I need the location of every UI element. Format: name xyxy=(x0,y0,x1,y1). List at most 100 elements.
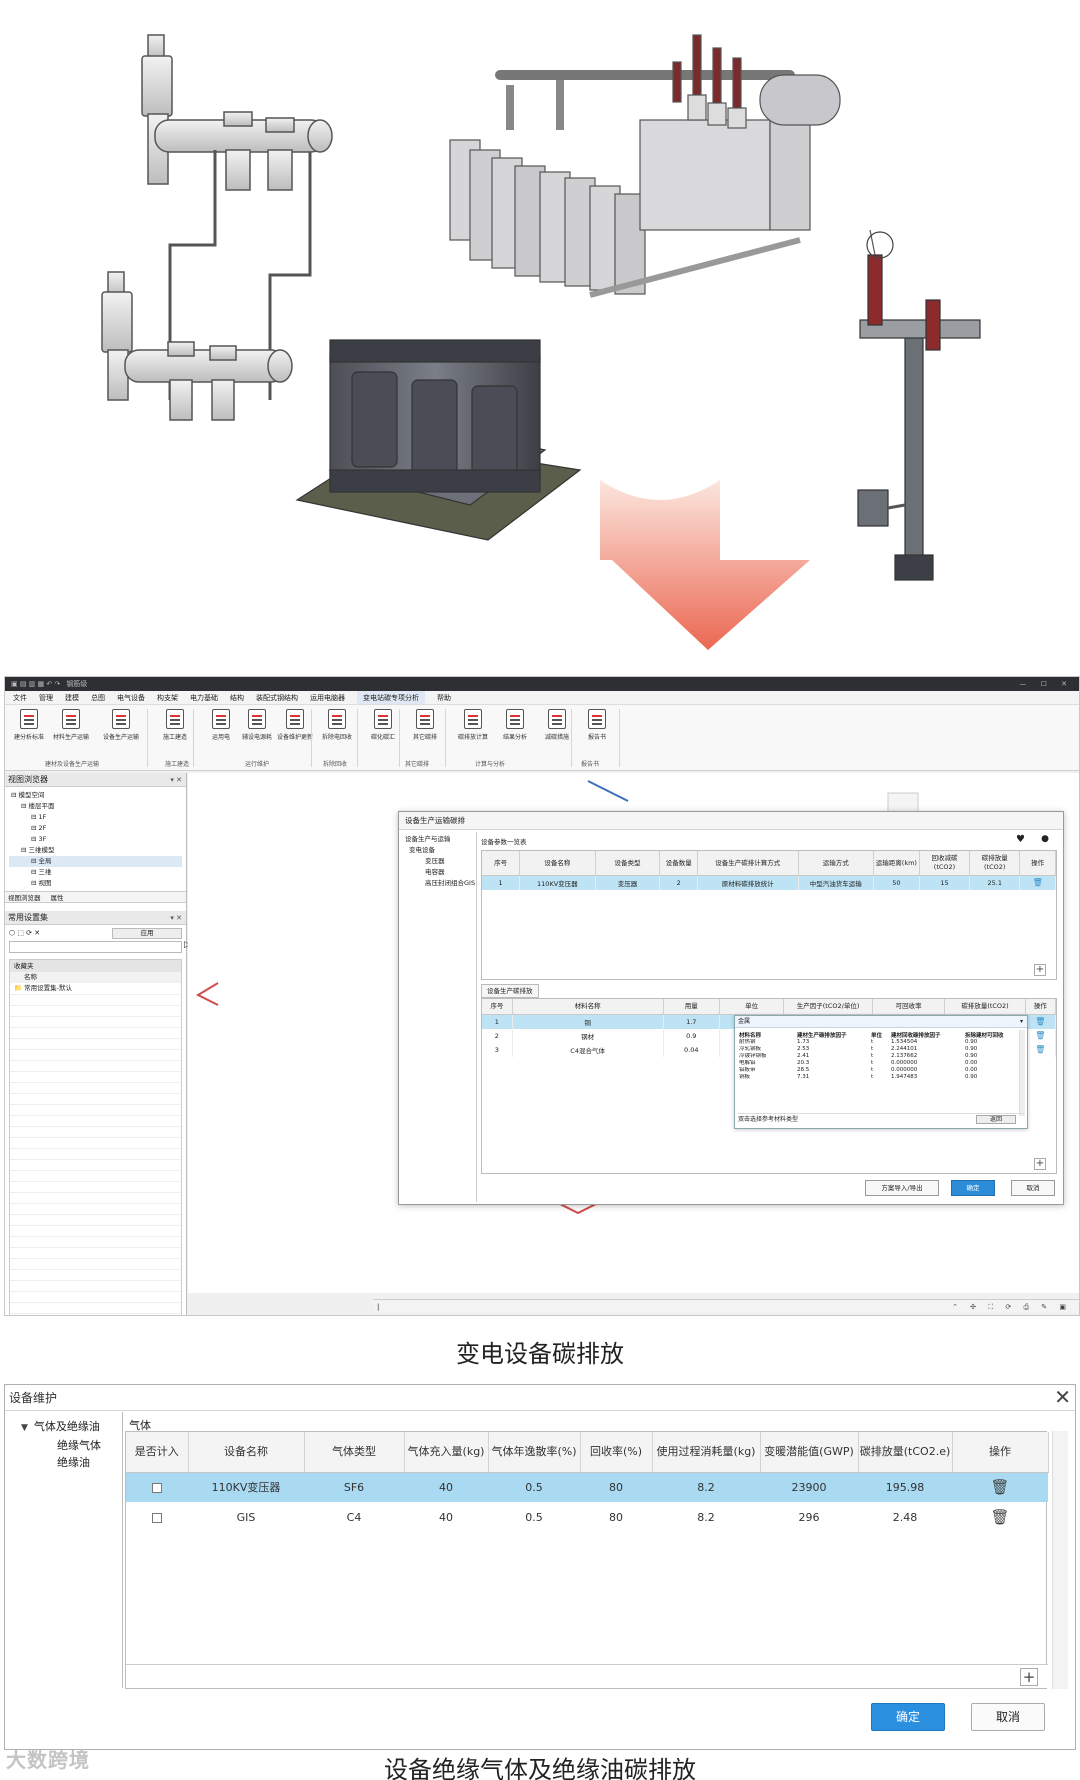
ok-button[interactable]: 确定 xyxy=(951,1180,995,1196)
view-tree-item[interactable]: ⊟ 1F xyxy=(9,812,182,823)
trash-icon[interactable]: 🗑 xyxy=(1035,1031,1045,1040)
menu-item[interactable]: 总图 xyxy=(91,691,105,704)
tab-view-browser[interactable]: 视图浏览器 xyxy=(8,892,41,902)
menu-item[interactable]: 文件 xyxy=(13,691,27,704)
trash-icon[interactable]: 🗑 xyxy=(990,1508,1009,1526)
ribbon-button[interactable]: 结果分析 xyxy=(495,709,535,741)
ribbon-button[interactable]: 碳化碳汇 xyxy=(363,709,403,741)
window-controls[interactable]: — ☐ ✕ xyxy=(1019,677,1073,691)
ribbon-button[interactable]: 报告书 xyxy=(577,709,617,741)
menu-item[interactable]: 电气设备 xyxy=(117,691,145,704)
view-tree-item[interactable]: ⊟ 三维模型 xyxy=(9,845,182,856)
user-icon[interactable]: ● xyxy=(1041,834,1049,844)
heart-icon[interactable]: ♥ xyxy=(1016,834,1025,845)
column-header: 材料名称 xyxy=(512,999,664,1015)
quick-access-toolbar-icons[interactable]: ▣ ▤ ▥ ▦ ↶ ↷ xyxy=(11,677,60,691)
view-tree-item[interactable]: ⊟ 模型空间 xyxy=(9,790,182,801)
dropdown-selected-value[interactable]: 金属 ▾ xyxy=(735,1016,1027,1028)
view-tree-item[interactable]: ⊟ 楼层平面 xyxy=(9,801,182,812)
view-tree-item[interactable]: ⊟ 3F xyxy=(9,834,182,845)
dropdown-row[interactable]: 冷轧钢板 2.53 t 2.244101 0.90 xyxy=(738,1046,1020,1053)
ribbon-button[interactable]: 建分析标准 xyxy=(9,709,49,741)
ribbon-button[interactable]: 材料生产运输 xyxy=(51,709,91,741)
tab-properties[interactable]: 属性 xyxy=(51,892,64,902)
favorites-item[interactable]: 📁 常用设置集-默认 xyxy=(10,983,181,994)
dialog-tree-item[interactable]: 变压器 xyxy=(403,856,474,867)
settings-input[interactable]: ▷ xyxy=(9,940,191,953)
dropdown-row[interactable]: 铝板带 28.5 t 0.000000 0.00 xyxy=(738,1067,1020,1074)
add-row-button[interactable]: + xyxy=(1034,964,1046,976)
trash-icon[interactable]: 🗑 xyxy=(1035,1017,1045,1026)
close-icon[interactable]: ✕ xyxy=(1054,1385,1071,1409)
chevron-down-icon[interactable]: ▼ xyxy=(21,1420,28,1437)
table-row[interactable]: GIS C4 40 0.5 80 8.2 296 2.48 🗑 xyxy=(126,1502,1048,1532)
dialog-tree-item[interactable]: 高压封闭组合GIS xyxy=(403,878,475,889)
ribbon-button[interactable]: 拆除电回收 xyxy=(317,709,357,741)
trash-icon[interactable]: 🗑 xyxy=(990,1478,1009,1496)
view-tree-item[interactable]: ⊟ 视图 xyxy=(9,878,182,889)
ribbon-button[interactable]: 设备生产运输 xyxy=(101,709,141,741)
ribbon-button[interactable]: 设备维护更新 xyxy=(275,709,315,741)
ribbon-button[interactable]: 施工建造 xyxy=(155,709,195,741)
chevron-down-icon[interactable]: ▾ xyxy=(1020,1016,1023,1028)
include-checkbox[interactable] xyxy=(152,1482,162,1493)
view-tree-item[interactable]: ⊟ 2F xyxy=(9,823,182,834)
menu-item[interactable]: 建模 xyxy=(65,691,79,704)
dropdown-row[interactable]: 铜板 7.31 t 1.947483 0.90 xyxy=(738,1074,1020,1081)
trash-icon[interactable]: 🗑 xyxy=(1033,878,1043,887)
add-row-button[interactable]: + xyxy=(1020,1668,1038,1686)
dialog-tree-item[interactable]: 变电设备 xyxy=(403,845,474,856)
dropdown-row[interactable]: 电解铝 20.3 t 0.000000 0.00 xyxy=(738,1060,1020,1067)
settings-tools-icons[interactable]: ⬡ ⬚ ⟳ ✕ xyxy=(9,929,40,937)
dropdown-cell: 0.00 xyxy=(965,1060,978,1066)
model-canvas[interactable]: 设备生产运输碳排 设备生产与运输 变电设备 变压器 电容器 高压封闭组合GIS 设备参数… xyxy=(188,773,1079,1293)
ribbon-button[interactable]: 碳排放计算 xyxy=(453,709,493,741)
tab-equipment-production-carbon[interactable]: 设备生产碳排放 xyxy=(481,984,539,998)
tree-item-gas-oil[interactable]: ▼ 气体及绝缘油 xyxy=(5,1418,122,1437)
menu-item[interactable]: 电力基础 xyxy=(190,691,218,704)
tree-item-label: 楼层平面 xyxy=(28,802,55,810)
menu-item[interactable]: 构支架 xyxy=(157,691,178,704)
cancel-button[interactable]: 取消 xyxy=(971,1703,1045,1731)
pin-icon[interactable]: ▾ ✕ xyxy=(170,773,182,787)
ribbon-button[interactable]: 其它碳排 xyxy=(405,709,445,741)
add-material-button[interactable]: + xyxy=(1034,1158,1046,1170)
table-scrollbar[interactable] xyxy=(1052,1431,1068,1689)
table-cell-recovery: 80 xyxy=(580,1472,652,1502)
apply-button[interactable]: 应用 xyxy=(112,927,182,939)
include-checkbox[interactable] xyxy=(152,1512,162,1523)
menu-item[interactable]: 运用电脑器 xyxy=(310,691,345,704)
back-button[interactable]: 返回 xyxy=(976,1115,1016,1124)
status-tool-icons[interactable]: ⌃ ✣ ⛶ ⟳ ⎙ ✎ ▣ xyxy=(952,1300,1071,1314)
dialog-tree-item[interactable]: 设备生产与运输 xyxy=(403,834,474,845)
cancel-button[interactable]: 取消 xyxy=(1011,1180,1055,1196)
dropdown-cell: 0.90 xyxy=(965,1046,978,1052)
table-cell[interactable]: 中型汽油货车运输 xyxy=(798,875,874,890)
dropdown-row[interactable]: 耐热钢 1.73 t 1.534504 0.90 xyxy=(738,1039,1020,1046)
table-row[interactable]: 110KV变压器 SF6 40 0.5 80 8.2 23900 195.98 🗑 xyxy=(126,1472,1048,1502)
pin-icon[interactable]: ▾ ✕ xyxy=(170,911,182,925)
command-input[interactable]: | xyxy=(377,1303,379,1311)
tree-item-insulating-oil[interactable]: 绝缘油 xyxy=(5,1454,122,1471)
ribbon-tool-icon xyxy=(506,709,524,729)
menu-item[interactable]: 管理 xyxy=(39,691,53,704)
view-tree-item[interactable]: ⊟ 全局 xyxy=(9,856,182,867)
dropdown-row[interactable]: 冷镀锌钢板 2.41 t 2.137662 0.90 xyxy=(738,1053,1020,1060)
ribbon-button[interactable]: 运用电 xyxy=(201,709,241,741)
table-cell[interactable]: 原材料碳排放统计 xyxy=(697,875,799,890)
menu-item[interactable]: 帮助 xyxy=(437,691,451,704)
view-tree-item[interactable]: ⊟ 三维 xyxy=(9,867,182,878)
menu-item[interactable]: 装配式钢结构 xyxy=(256,691,298,704)
menu-item[interactable]: 结构 xyxy=(230,691,244,704)
dropdown-scrollbar[interactable] xyxy=(1019,1030,1025,1116)
import-export-button[interactable]: 方案导入/导出 xyxy=(865,1180,939,1196)
favorites-title: 收藏夹 xyxy=(10,960,181,972)
menu-item[interactable]: 变电站碳专项分析 xyxy=(357,691,425,704)
tree-item-insulating-gas[interactable]: 绝缘气体 xyxy=(5,1437,122,1454)
dialog-tree-item[interactable]: 电容器 xyxy=(403,867,474,878)
table-row[interactable]: 1 110KV变压器 变压器 2 原材料碳排放统计 中型汽油货车运输 50 15 25.1 🗑 xyxy=(482,875,1056,890)
ribbon-button[interactable]: 辅设电源耗 xyxy=(237,709,277,741)
trash-icon[interactable]: 🗑 xyxy=(1035,1045,1045,1054)
ok-button[interactable]: 确定 xyxy=(871,1703,945,1731)
material-type-dropdown[interactable]: 金属 ▾ 材料名称 建材生产碳排放因子 单位 建材回收碳排放因子 拆除建材可回收 耐热钢… xyxy=(734,1015,1028,1129)
